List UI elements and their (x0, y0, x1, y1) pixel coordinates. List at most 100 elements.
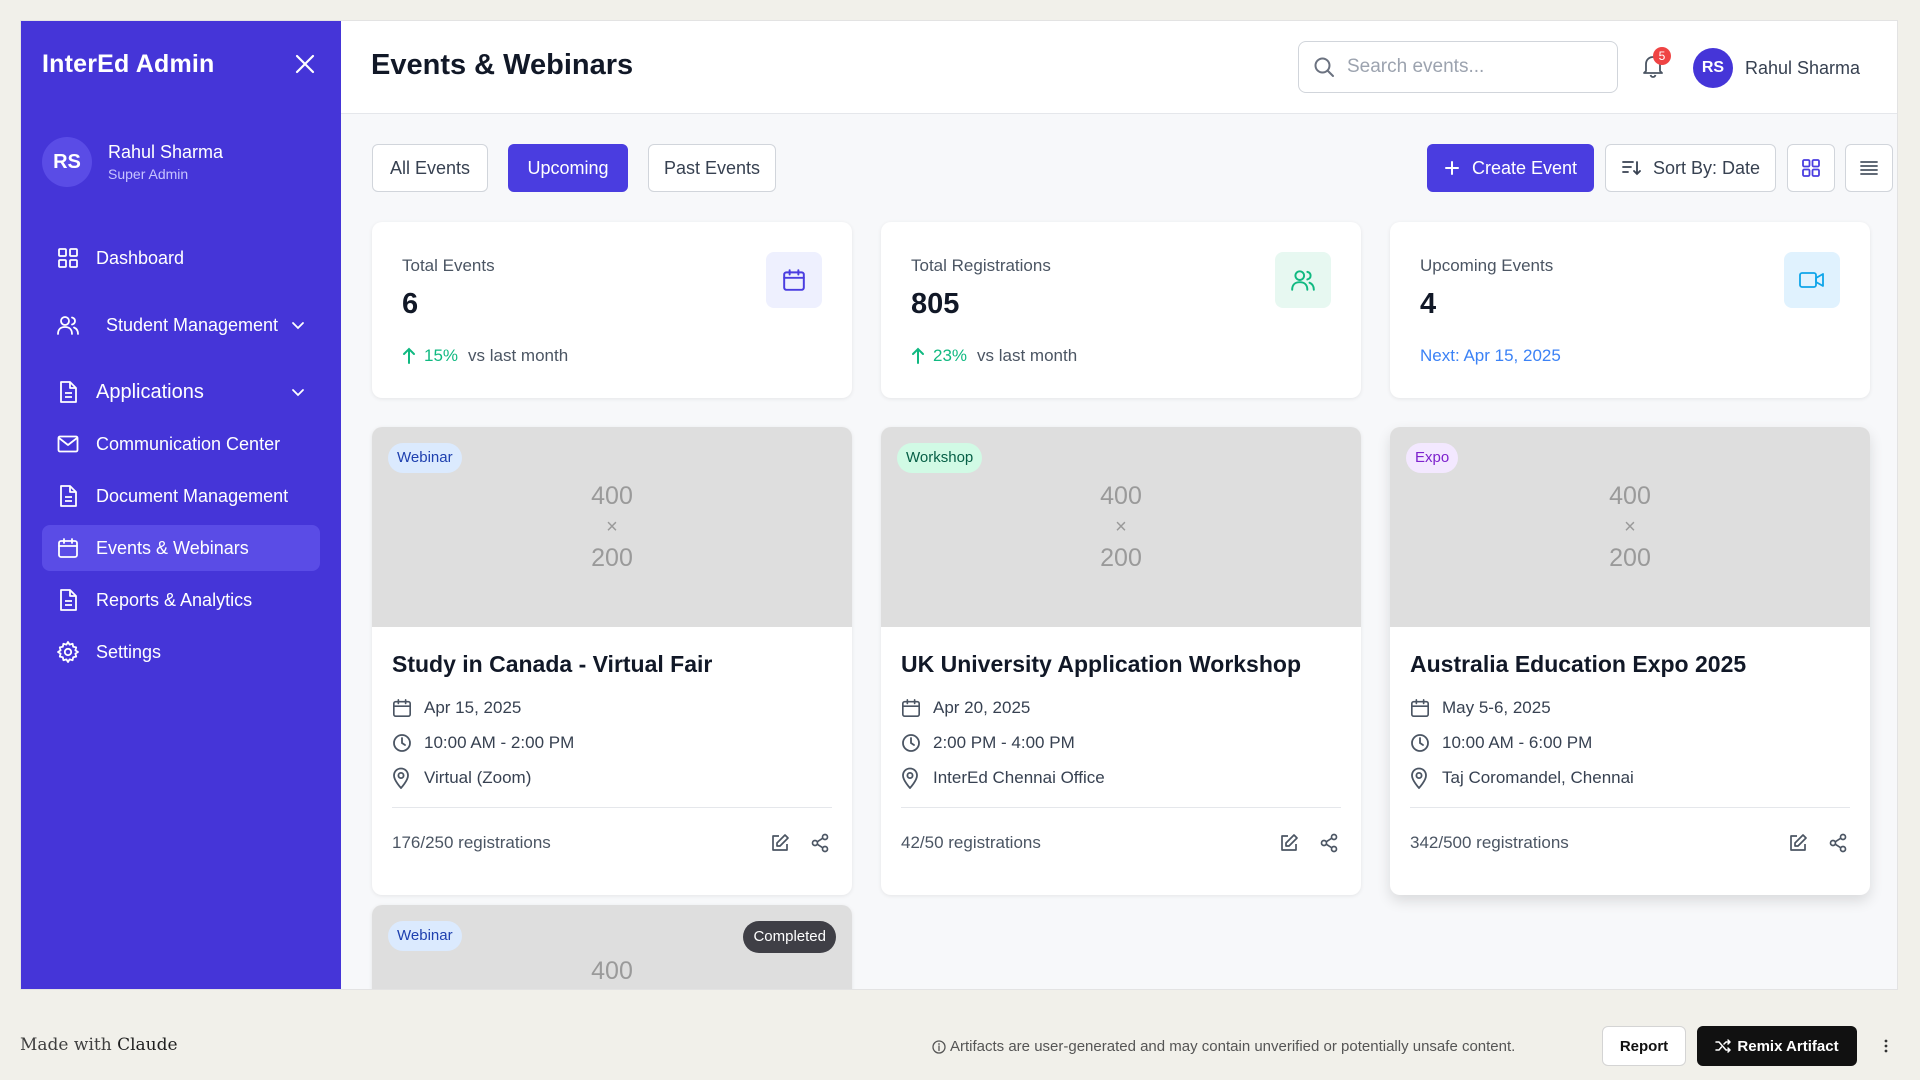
stat-value: 805 (911, 288, 960, 320)
info-icon (932, 1039, 946, 1054)
list-view-button[interactable] (1845, 144, 1893, 192)
shuffle-icon (1715, 1039, 1732, 1053)
sidebar-item-events-webinars[interactable]: Events & Webinars (42, 525, 320, 571)
event-location: InterEd Chennai Office (901, 760, 1341, 795)
events-toolbar: All Events Upcoming Past Events Create E… (372, 144, 1893, 192)
event-date-text: Apr 15, 2025 (424, 697, 522, 717)
event-image-placeholder: 400 × 200 Workshop (881, 427, 1361, 627)
notifications-button[interactable]: 5 (1641, 47, 1671, 83)
sidebar-item-communication-center[interactable]: Communication Center (42, 421, 320, 467)
stat-change-suffix: vs last month (977, 346, 1078, 365)
tab-all-events[interactable]: All Events (372, 144, 488, 192)
placeholder-text: 400 (591, 957, 633, 985)
stat-next-event: Next: Apr 15, 2025 (1420, 346, 1561, 365)
sidebar-item-student-management[interactable]: Student Management (42, 287, 320, 363)
edit-event-button[interactable] (1277, 831, 1301, 855)
share-icon (1320, 833, 1338, 852)
map-pin-icon (392, 767, 414, 789)
share-icon (811, 833, 829, 852)
share-icon (1829, 833, 1847, 852)
event-card[interactable]: 400 × 200 Expo Australia Education Expo … (1390, 427, 1870, 895)
stat-change: 23% vs last month (911, 346, 1077, 366)
event-card[interactable]: 400 × 200 Webinar Study in Canada - Virt… (372, 427, 852, 895)
file-icon (54, 588, 82, 612)
stat-change-suffix: vs last month (468, 346, 569, 365)
sidebar-item-document-management[interactable]: Document Management (42, 473, 320, 519)
avatar: RS (42, 137, 92, 187)
calendar-icon (392, 698, 414, 718)
sidebar-item-label: Student Management (105, 315, 279, 335)
header-user-name: Rahul Sharma (1745, 57, 1861, 78)
map-pin-icon (901, 767, 923, 789)
users-icon (54, 314, 82, 336)
stat-card-total-events: Total Events 6 15% vs last month (372, 222, 852, 398)
made-with-label: Made with Claude (20, 1035, 178, 1055)
event-type-tag: Webinar (388, 921, 462, 951)
placeholder-text: × (1115, 516, 1127, 538)
status-badge: Completed (743, 921, 836, 953)
sidebar-item-settings[interactable]: Settings (42, 629, 320, 675)
event-image-placeholder: 400 Webinar Completed (372, 905, 852, 989)
tab-past-events[interactable]: Past Events (648, 144, 776, 192)
grid-icon (54, 247, 82, 269)
chevron-down-icon (288, 321, 308, 330)
calendar-icon (783, 269, 805, 291)
search-input[interactable] (1347, 56, 1587, 78)
page-title: Events & Webinars (371, 49, 634, 81)
edit-event-button[interactable] (1786, 831, 1810, 855)
user-menu[interactable]: RS Rahul Sharma (1693, 48, 1860, 88)
report-button[interactable]: Report (1602, 1026, 1686, 1066)
event-time: 10:00 AM - 2:00 PM (392, 725, 832, 760)
search-icon (1314, 57, 1334, 77)
list-icon (1860, 161, 1878, 175)
remix-artifact-button[interactable]: Remix Artifact (1697, 1026, 1857, 1066)
more-options-button[interactable] (1876, 1034, 1896, 1058)
sidebar-user-name: Rahul Sharma (108, 142, 224, 162)
event-card[interactable]: 400 Webinar Completed (372, 905, 852, 989)
mail-icon (54, 435, 82, 453)
event-type-tag: Workshop (897, 443, 983, 473)
event-date-text: May 5-6, 2025 (1442, 697, 1551, 717)
event-title: UK University Application Workshop (901, 651, 1301, 677)
placeholder-text: 200 (1100, 544, 1142, 572)
search-box[interactable] (1298, 41, 1618, 93)
sidebar-user-role: Super Admin (108, 166, 189, 182)
event-title: Study in Canada - Virtual Fair (392, 651, 713, 677)
sidebar: InterEd Admin RS Rahul Sharma Super Admi… (21, 21, 341, 989)
sidebar-item-reports-analytics[interactable]: Reports & Analytics (42, 577, 320, 623)
event-time-text: 10:00 AM - 6:00 PM (1442, 732, 1593, 752)
share-event-button[interactable] (1317, 831, 1341, 855)
made-with-brand: Claude (117, 1035, 178, 1055)
sort-button[interactable]: Sort By: Date (1605, 144, 1776, 192)
placeholder-text: 400 (591, 482, 633, 510)
file-icon (54, 484, 82, 508)
event-registrations: 42/50 registrations (901, 832, 1041, 852)
stat-change-value: 23% (933, 346, 968, 365)
stat-icon-box (1784, 252, 1840, 308)
tab-upcoming[interactable]: Upcoming (508, 144, 628, 192)
sidebar-item-label: Dashboard (96, 247, 185, 268)
close-sidebar-button[interactable] (291, 50, 319, 78)
edit-icon (1281, 833, 1298, 851)
event-date: Apr 20, 2025 (901, 690, 1341, 725)
sidebar-item-applications[interactable]: Applications (42, 369, 320, 415)
event-location-text: Taj Coromandel, Chennai (1442, 767, 1634, 787)
stat-value: 4 (1420, 288, 1437, 320)
stat-label: Total Registrations (911, 256, 1051, 275)
event-time: 2:00 PM - 4:00 PM (901, 725, 1341, 760)
clock-icon (1410, 733, 1432, 753)
share-event-button[interactable] (808, 831, 832, 855)
stat-change-value: 15% (424, 346, 459, 365)
event-card[interactable]: 400 × 200 Workshop UK University Applica… (881, 427, 1361, 895)
event-location-text: InterEd Chennai Office (933, 767, 1105, 787)
event-location-text: Virtual (Zoom) (424, 767, 532, 787)
grid-icon (1802, 159, 1820, 177)
sidebar-item-dashboard[interactable]: Dashboard (42, 235, 320, 281)
map-pin-icon (1410, 767, 1432, 789)
calendar-icon (901, 698, 923, 718)
create-event-button[interactable]: Create Event (1427, 144, 1594, 192)
grid-view-button[interactable] (1787, 144, 1835, 192)
edit-event-button[interactable] (768, 831, 792, 855)
share-event-button[interactable] (1826, 831, 1850, 855)
stat-change: 15% vs last month (402, 346, 568, 366)
